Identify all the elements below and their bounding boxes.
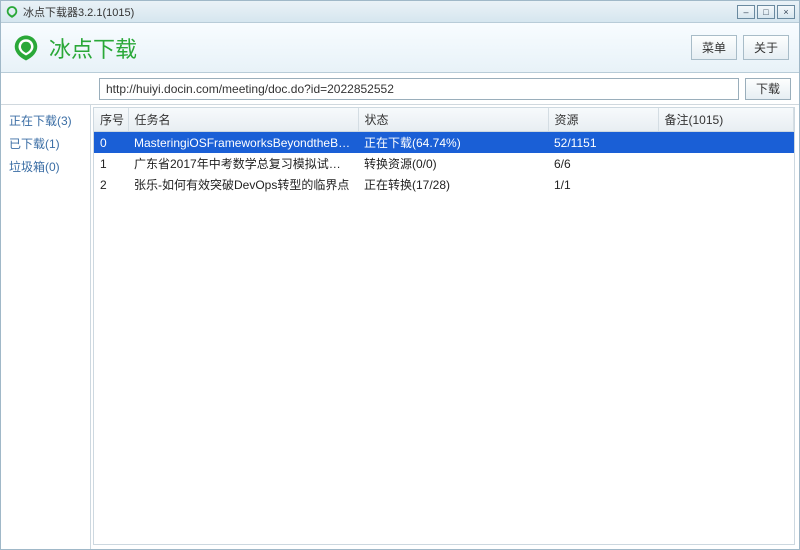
cell-name: 广东省2017年中考数学总复习模拟试题二201707... [128, 153, 358, 174]
col-header-resource[interactable]: 资源 [548, 108, 658, 132]
col-header-name[interactable]: 任务名 [128, 108, 358, 132]
cell-idx: 0 [94, 132, 128, 154]
close-button[interactable]: × [777, 5, 795, 19]
cell-status: 正在下载(64.74%) [358, 132, 548, 154]
logo-icon [11, 33, 41, 63]
sidebar: 正在下载(3) 已下载(1) 垃圾箱(0) [1, 105, 91, 549]
cell-res: 52/1151 [548, 132, 658, 154]
col-header-index[interactable]: 序号 [94, 108, 128, 132]
sidebar-item-downloaded[interactable]: 已下载(1) [1, 132, 90, 155]
cell-status: 正在转换(17/28) [358, 174, 548, 195]
header-buttons: 菜单 关于 [691, 35, 789, 60]
cell-res: 6/6 [548, 153, 658, 174]
window-title: 冰点下载器3.2.1(1015) [23, 4, 737, 20]
app-window: 冰点下载器3.2.1(1015) – □ × 冰点下载 菜单 关于 下载 正在下… [0, 0, 800, 550]
sidebar-item-downloading[interactable]: 正在下载(3) [1, 109, 90, 132]
url-input[interactable] [99, 78, 739, 100]
sidebar-item-trash[interactable]: 垃圾箱(0) [1, 155, 90, 178]
task-table: 序号 任务名 状态 资源 备注(1015) 0MasteringiOSFrame… [94, 108, 794, 195]
main-panel: 序号 任务名 状态 资源 备注(1015) 0MasteringiOSFrame… [91, 105, 799, 549]
cell-idx: 1 [94, 153, 128, 174]
cell-name: MasteringiOSFrameworksBeyondtheBasics,2n… [128, 132, 358, 154]
app-icon [5, 5, 19, 19]
url-row: 下载 [1, 73, 799, 105]
body: 正在下载(3) 已下载(1) 垃圾箱(0) 序号 任务名 状态 资源 [1, 105, 799, 549]
cell-status: 转换资源(0/0) [358, 153, 548, 174]
table-row[interactable]: 0MasteringiOSFrameworksBeyondtheBasics,2… [94, 132, 794, 154]
col-header-status[interactable]: 状态 [358, 108, 548, 132]
header: 冰点下载 菜单 关于 [1, 23, 799, 73]
cell-note [658, 132, 794, 154]
cell-note [658, 153, 794, 174]
window-controls: – □ × [737, 5, 795, 19]
about-button[interactable]: 关于 [743, 35, 789, 60]
col-header-note[interactable]: 备注(1015) [658, 108, 794, 132]
titlebar[interactable]: 冰点下载器3.2.1(1015) – □ × [1, 1, 799, 23]
table-header-row: 序号 任务名 状态 资源 备注(1015) [94, 108, 794, 132]
cell-res: 1/1 [548, 174, 658, 195]
table-row[interactable]: 1广东省2017年中考数学总复习模拟试题二201707...转换资源(0/0)6… [94, 153, 794, 174]
download-button[interactable]: 下载 [745, 78, 791, 100]
app-name: 冰点下载 [49, 32, 691, 64]
maximize-button[interactable]: □ [757, 5, 775, 19]
table-row[interactable]: 2张乐-如何有效突破DevOps转型的临界点正在转换(17/28)1/1 [94, 174, 794, 195]
menu-button[interactable]: 菜单 [691, 35, 737, 60]
minimize-button[interactable]: – [737, 5, 755, 19]
task-table-wrap[interactable]: 序号 任务名 状态 资源 备注(1015) 0MasteringiOSFrame… [93, 107, 795, 545]
cell-note [658, 174, 794, 195]
cell-idx: 2 [94, 174, 128, 195]
cell-name: 张乐-如何有效突破DevOps转型的临界点 [128, 174, 358, 195]
